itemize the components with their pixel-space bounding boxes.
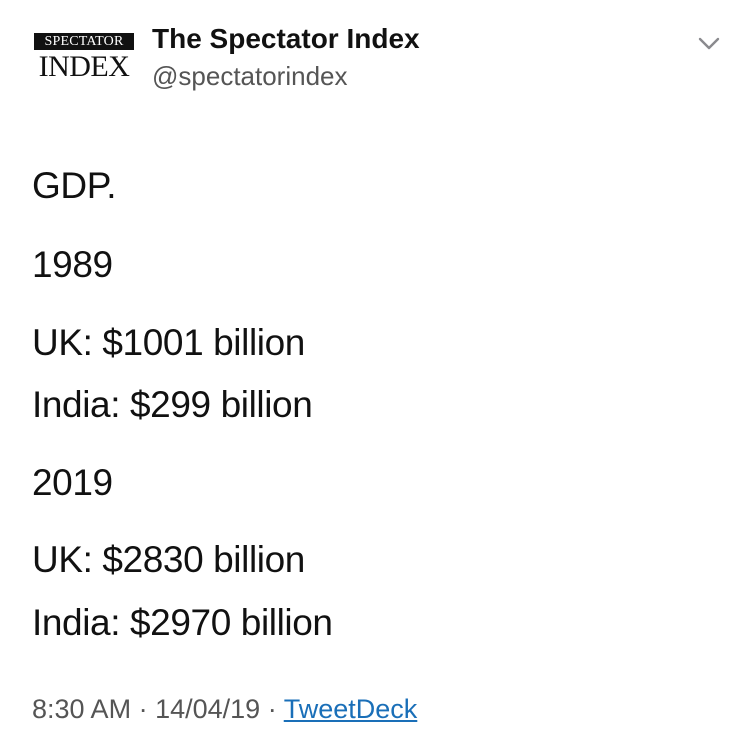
meta-separator: · xyxy=(267,694,277,724)
handle[interactable]: @spectatorindex xyxy=(152,60,348,92)
tweet-line-uk-2019: UK: $2830 billion xyxy=(32,539,305,580)
tweet-line-uk-1989: UK: $1001 billion xyxy=(32,322,305,363)
tweet-line-heading: GDP. xyxy=(32,165,117,206)
meta-separator: · xyxy=(138,694,148,724)
tweet-source-link[interactable]: TweetDeck xyxy=(284,694,418,724)
tweet-time: 8:30 AM xyxy=(32,694,132,724)
tweet-meta: 8:30 AM · 14/04/19 · TweetDeck xyxy=(32,692,417,726)
avatar[interactable]: SPECTATOR INDEX xyxy=(34,33,134,85)
tweet-header: SPECTATOR INDEX The Spectator Index @spe… xyxy=(0,0,750,110)
logo-top-text: SPECTATOR xyxy=(34,33,134,50)
logo-bottom-text: INDEX xyxy=(38,50,130,83)
display-name[interactable]: The Spectator Index xyxy=(152,22,420,56)
chevron-down-icon[interactable] xyxy=(694,28,724,58)
tweet-date: 14/04/19 xyxy=(155,694,261,724)
tweet-line-india-2019: India: $2970 billion xyxy=(32,602,333,643)
tweet-line-year-1989: 1989 xyxy=(32,244,113,285)
tweet-line-india-1989: India: $299 billion xyxy=(32,384,313,425)
tweet-line-year-2019: 2019 xyxy=(32,462,113,503)
